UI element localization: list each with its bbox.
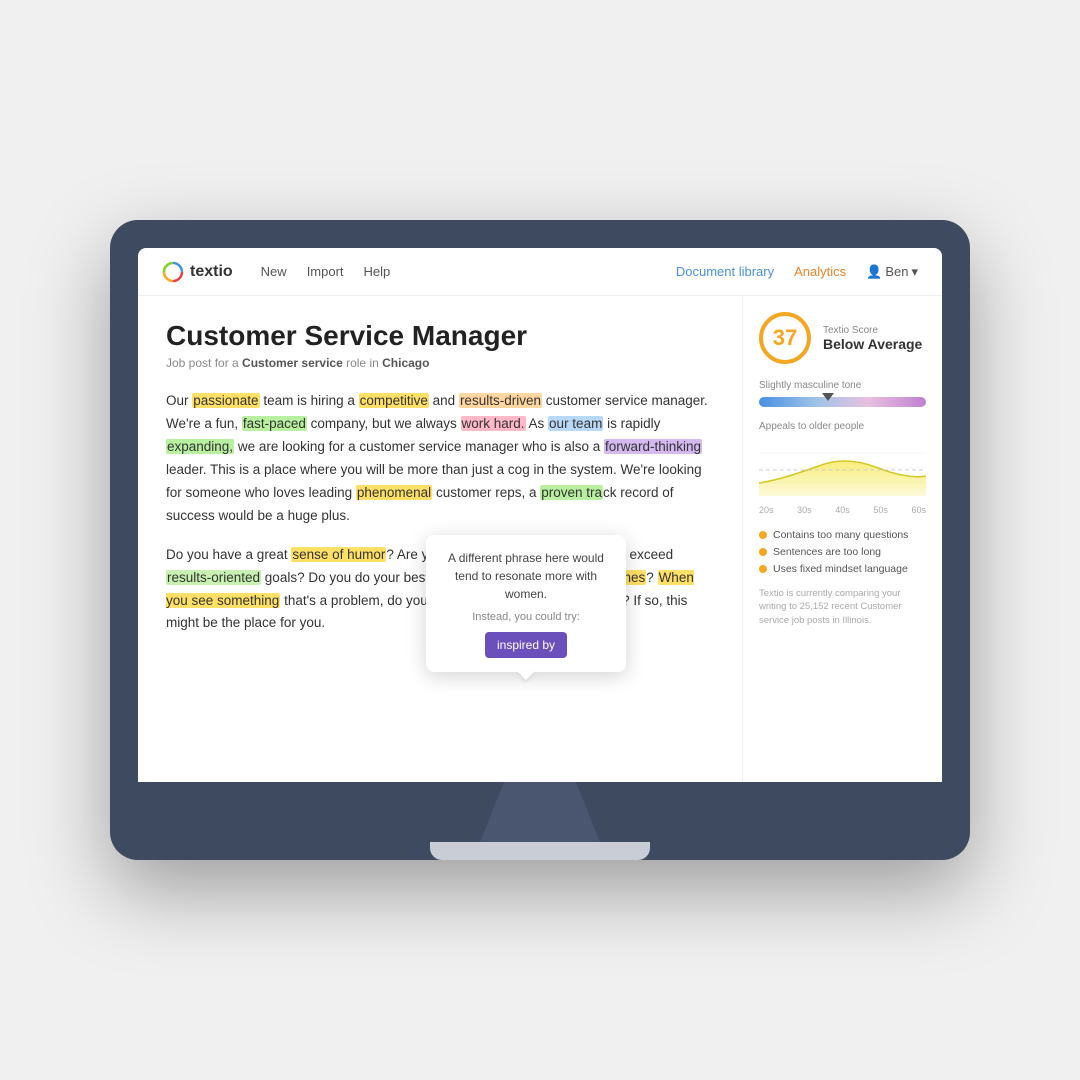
nav-user[interactable]: 👤 Ben ▾: [866, 264, 918, 280]
tone-label: Slightly masculine tone: [759, 380, 926, 391]
tone-indicator: [822, 393, 834, 401]
issue-text-3: Uses fixed mindset language: [773, 563, 908, 575]
nav-help[interactable]: Help: [364, 264, 391, 279]
appeal-chart: [759, 438, 926, 498]
issues-list: Contains too many questions Sentences ar…: [759, 529, 926, 575]
issue-dot-1: [759, 531, 767, 539]
score-label: Textio Score: [823, 325, 922, 336]
navbar: textio New Import Help Document library …: [138, 248, 942, 296]
issue-text-1: Contains too many questions: [773, 529, 908, 541]
issue-text-2: Sentences are too long: [773, 546, 881, 558]
screen: textio New Import Help Document library …: [138, 248, 942, 782]
sidebar: 37 Textio Score Below Average Slightly m…: [742, 296, 942, 782]
age-30s: 30s: [797, 505, 812, 515]
monitor-stand-neck: [480, 782, 600, 842]
highlight-work-hard: work hard.: [461, 416, 526, 431]
issue-dot-3: [759, 565, 767, 573]
tone-section: Slightly masculine tone: [759, 380, 926, 407]
highlight-forward-thinking: forward-thinking: [604, 439, 702, 454]
tooltip: A different phrase here would tend to re…: [426, 535, 626, 672]
logo[interactable]: textio: [162, 261, 233, 283]
tooltip-main-text: A different phrase here would tend to re…: [442, 549, 610, 603]
nav-import[interactable]: Import: [307, 264, 344, 279]
editor-panel[interactable]: Customer Service Manager Job post for a …: [138, 296, 742, 782]
paragraph-1: Our passionate team is hiring a competit…: [166, 390, 714, 528]
main-content: Customer Service Manager Job post for a …: [138, 296, 942, 782]
logo-text: textio: [190, 263, 233, 281]
tooltip-suggestion[interactable]: inspired by: [485, 632, 567, 658]
age-50s: 50s: [873, 505, 888, 515]
score-info: Textio Score Below Average: [823, 325, 922, 352]
user-icon: 👤: [866, 264, 882, 280]
tooltip-sub-label: Instead, you could try:: [442, 609, 610, 626]
highlight-sense-of-humor: sense of humor: [291, 547, 386, 562]
monitor-stand-base: [430, 842, 650, 860]
score-section: 37 Textio Score Below Average: [759, 312, 926, 364]
tone-bar: [759, 397, 926, 407]
nav-new[interactable]: New: [261, 264, 287, 279]
highlight-proven-track: proven tra: [540, 485, 603, 500]
highlight-phenomenal: phenomenal: [356, 485, 432, 500]
issue-item-1: Contains too many questions: [759, 529, 926, 541]
age-40s: 40s: [835, 505, 850, 515]
issue-item-2: Sentences are too long: [759, 546, 926, 558]
issue-dot-2: [759, 548, 767, 556]
age-20s: 20s: [759, 505, 774, 515]
nav-analytics[interactable]: Analytics: [794, 264, 846, 279]
highlight-passionate: passionate: [192, 393, 259, 408]
age-60s: 60s: [911, 505, 926, 515]
highlight-competitive: competitive: [359, 393, 429, 408]
score-value: 37: [773, 325, 797, 351]
highlight-our-team: our team: [548, 416, 603, 431]
document-body[interactable]: Our passionate team is hiring a competit…: [166, 390, 714, 635]
issue-item-3: Uses fixed mindset language: [759, 563, 926, 575]
tooltip-box: A different phrase here would tend to re…: [426, 535, 626, 672]
highlight-fast-paced: fast-paced: [242, 416, 307, 431]
monitor: textio New Import Help Document library …: [110, 220, 970, 860]
nav-document-library[interactable]: Document library: [676, 264, 774, 279]
score-circle: 37: [759, 312, 811, 364]
document-title: Customer Service Manager: [166, 320, 714, 352]
highlight-results-driven: results-driven: [459, 393, 542, 408]
highlight-results-oriented: results-oriented: [166, 570, 261, 585]
chevron-down-icon: ▾: [911, 264, 918, 280]
highlight-expanding: expanding,: [166, 439, 234, 454]
compare-text: Textio is currently comparing your writi…: [759, 587, 926, 627]
age-labels: 20s 30s 40s 50s 60s: [759, 505, 926, 515]
document-subtitle: Job post for a Customer service role in …: [166, 356, 714, 370]
logo-icon: [162, 261, 184, 283]
appeal-section: Appeals to older people: [759, 421, 926, 515]
score-status: Below Average: [823, 336, 922, 352]
appeal-label: Appeals to older people: [759, 421, 926, 432]
